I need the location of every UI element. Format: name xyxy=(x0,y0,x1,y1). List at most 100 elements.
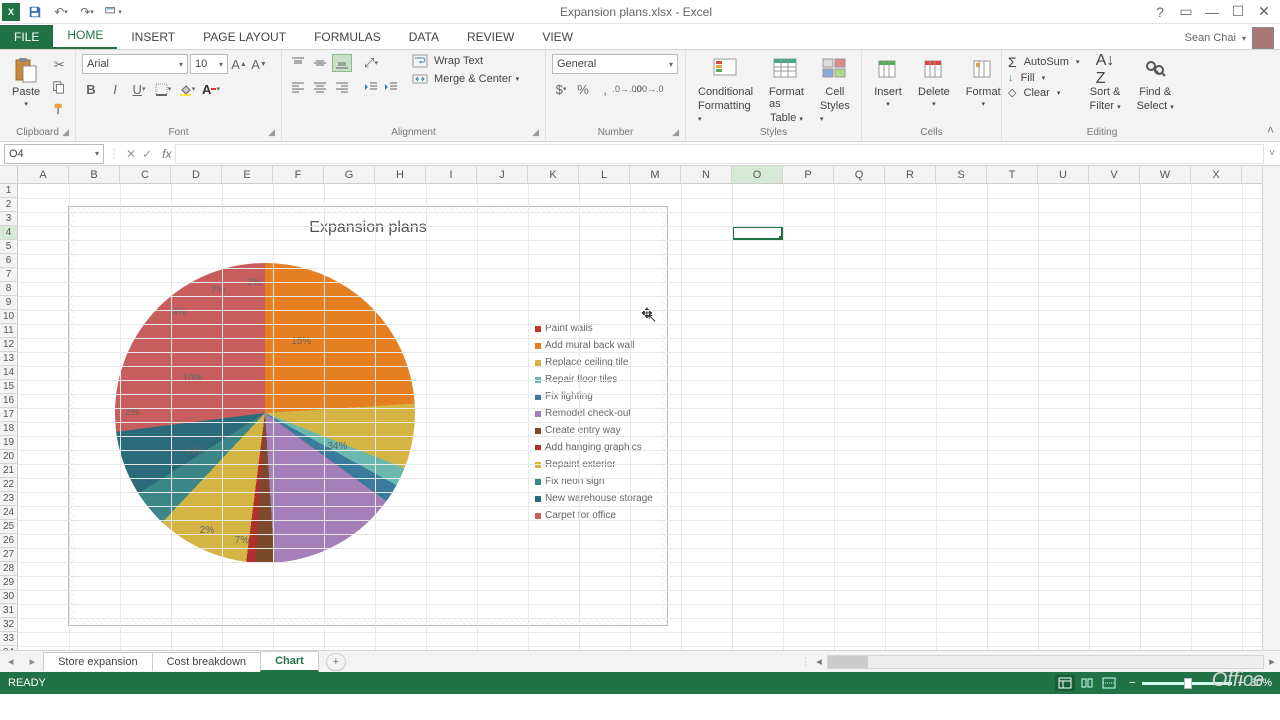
fill-button[interactable]: ↓ Fill ▾ xyxy=(1008,72,1080,84)
orientation-icon[interactable]: ⤢▾ xyxy=(362,54,380,72)
zoom-slider[interactable] xyxy=(1142,682,1232,685)
find-select-button[interactable]: Find &Select ▾ xyxy=(1131,54,1180,114)
align-bottom-icon[interactable] xyxy=(332,54,352,72)
font-dialog-icon[interactable]: ◢ xyxy=(268,127,275,138)
sort-filter-button[interactable]: A↓ZSort &Filter ▾ xyxy=(1084,54,1127,114)
sheet-tab-store[interactable]: Store expansion xyxy=(43,652,153,671)
merge-center-button[interactable]: Merge & Center▾ xyxy=(412,72,519,86)
insert-tab[interactable]: INSERT xyxy=(117,25,189,49)
file-tab[interactable]: FILE xyxy=(0,25,53,49)
autosum-button[interactable]: Σ AutoSum ▾ xyxy=(1008,54,1080,70)
alignment-dialog-icon[interactable]: ◢ xyxy=(532,127,539,138)
paste-button[interactable]: Paste▾ xyxy=(6,54,46,110)
home-tab[interactable]: HOME xyxy=(53,23,117,49)
sheet-nav-next[interactable]: ▸ xyxy=(22,655,44,668)
page-layout-view-icon[interactable] xyxy=(1077,675,1097,691)
row-headers[interactable]: 1234567891011121314151617181920212223242… xyxy=(0,184,18,650)
normal-view-icon[interactable] xyxy=(1055,675,1075,691)
border-icon[interactable]: ▾ xyxy=(154,80,172,98)
legend-item[interactable]: New warehouse storage xyxy=(535,493,653,504)
sheet-tab-cost[interactable]: Cost breakdown xyxy=(152,652,262,671)
zoom-in-button[interactable]: + xyxy=(1238,677,1244,689)
fill-color-icon[interactable]: ▾ xyxy=(178,80,196,98)
select-all-triangle[interactable] xyxy=(0,166,18,184)
close-icon[interactable]: ✕ xyxy=(1252,2,1276,22)
comma-format-icon[interactable]: , xyxy=(596,80,614,98)
accounting-format-icon[interactable]: $▾ xyxy=(552,80,570,98)
new-sheet-button[interactable]: + xyxy=(326,653,346,671)
bold-icon[interactable]: B xyxy=(82,80,100,98)
hscroll-thumb[interactable] xyxy=(828,656,868,668)
insert-cells-button[interactable]: Insert▾ xyxy=(868,54,908,110)
formula-bar-input[interactable] xyxy=(175,144,1264,164)
increase-decimal-icon[interactable]: .0→.00 xyxy=(618,80,636,98)
active-cell[interactable] xyxy=(732,226,783,240)
sheet-tab-chart[interactable]: Chart xyxy=(260,651,319,672)
chart-legend[interactable]: Paint wallsAdd mural back wallReplace ce… xyxy=(535,323,653,527)
embedded-chart[interactable]: Expansion plans 15%34%7%2%14%2%10%4%7%2%… xyxy=(68,206,668,626)
horizontal-scrollbar[interactable]: ⋮ ◂ ▸ xyxy=(800,655,1280,669)
page-layout-tab[interactable]: PAGE LAYOUT xyxy=(189,25,300,49)
font-color-icon[interactable]: A▾ xyxy=(202,80,220,98)
clear-button[interactable]: ◇ Clear ▾ xyxy=(1008,86,1080,99)
legend-item[interactable]: Remodel check-out xyxy=(535,408,653,419)
data-tab[interactable]: DATA xyxy=(395,25,453,49)
expand-formula-icon[interactable]: ˅ xyxy=(1264,148,1280,159)
zoom-out-button[interactable]: − xyxy=(1129,677,1135,689)
delete-cells-button[interactable]: Delete▾ xyxy=(912,54,956,110)
align-right-icon[interactable] xyxy=(332,78,352,96)
clipboard-dialog-icon[interactable]: ◢ xyxy=(62,127,69,138)
pie-chart[interactable] xyxy=(115,263,415,563)
qat-customize-icon[interactable]: ▾ xyxy=(102,1,124,23)
number-dialog-icon[interactable]: ◢ xyxy=(672,127,679,138)
review-tab[interactable]: REVIEW xyxy=(453,25,528,49)
redo-icon[interactable]: ↷▾ xyxy=(76,1,98,23)
align-top-icon[interactable] xyxy=(288,54,308,72)
decrease-indent-icon[interactable] xyxy=(362,78,380,96)
cut-icon[interactable]: ✂ xyxy=(50,56,68,74)
conditional-formatting-button[interactable]: ConditionalFormatting ▾ xyxy=(692,54,759,126)
percent-format-icon[interactable]: % xyxy=(574,80,592,98)
user-avatar[interactable] xyxy=(1252,27,1274,49)
copy-icon[interactable] xyxy=(50,78,68,96)
sheet-nav-prev[interactable]: ◂ xyxy=(0,655,22,668)
align-middle-icon[interactable] xyxy=(310,54,330,72)
minimize-icon[interactable]: — xyxy=(1200,2,1224,22)
decrease-font-icon[interactable]: A▼ xyxy=(250,55,268,73)
format-as-table-button[interactable]: Format asTable ▾ xyxy=(763,54,810,126)
name-box[interactable]: O4▾ xyxy=(4,144,104,164)
maximize-icon[interactable]: ☐ xyxy=(1226,2,1250,22)
user-name[interactable]: Sean Chai xyxy=(1185,32,1236,44)
view-tab[interactable]: VIEW xyxy=(528,25,587,49)
align-center-icon[interactable] xyxy=(310,78,330,96)
worksheet-cells[interactable]: Expansion plans 15%34%7%2%14%2%10%4%7%2%… xyxy=(18,184,1262,650)
format-cells-button[interactable]: Format▾ xyxy=(960,54,1007,110)
decrease-decimal-icon[interactable]: .00→.0 xyxy=(640,80,658,98)
italic-icon[interactable]: I xyxy=(106,80,124,98)
legend-item[interactable]: Add mural back wall xyxy=(535,340,653,351)
save-icon[interactable] xyxy=(24,1,46,23)
legend-item[interactable]: Create entry way xyxy=(535,425,653,436)
page-break-view-icon[interactable] xyxy=(1099,675,1119,691)
font-name-combo[interactable]: Arial▾ xyxy=(82,54,188,74)
chart-title[interactable]: Expansion plans xyxy=(75,213,661,237)
format-painter-icon[interactable] xyxy=(50,100,68,118)
column-headers[interactable]: ABCDEFGHIJKLMNOPQRSTUVWX xyxy=(18,166,1262,184)
underline-icon[interactable]: U▾ xyxy=(130,80,148,98)
cancel-formula-icon[interactable]: ✕ xyxy=(126,147,136,161)
number-format-combo[interactable]: General▾ xyxy=(552,54,678,74)
fx-icon[interactable]: fx xyxy=(158,147,175,161)
legend-item[interactable]: Add hanging graphics xyxy=(535,442,653,453)
legend-item[interactable]: Fix lighting xyxy=(535,391,653,402)
vertical-scrollbar[interactable] xyxy=(1262,166,1280,650)
increase-indent-icon[interactable] xyxy=(382,78,400,96)
help-icon[interactable]: ? xyxy=(1148,2,1172,22)
formulas-tab[interactable]: FORMULAS xyxy=(300,25,395,49)
zoom-level[interactable]: 80% xyxy=(1250,677,1272,689)
enter-formula-icon[interactable]: ✓ xyxy=(142,147,152,161)
cell-styles-button[interactable]: CellStyles ▾ xyxy=(814,54,856,126)
ribbon-display-icon[interactable]: ▭ xyxy=(1174,2,1198,22)
collapse-ribbon-icon[interactable]: ˄ xyxy=(1267,123,1274,137)
increase-font-icon[interactable]: A▲ xyxy=(230,55,248,73)
undo-icon[interactable]: ↶▾ xyxy=(50,1,72,23)
